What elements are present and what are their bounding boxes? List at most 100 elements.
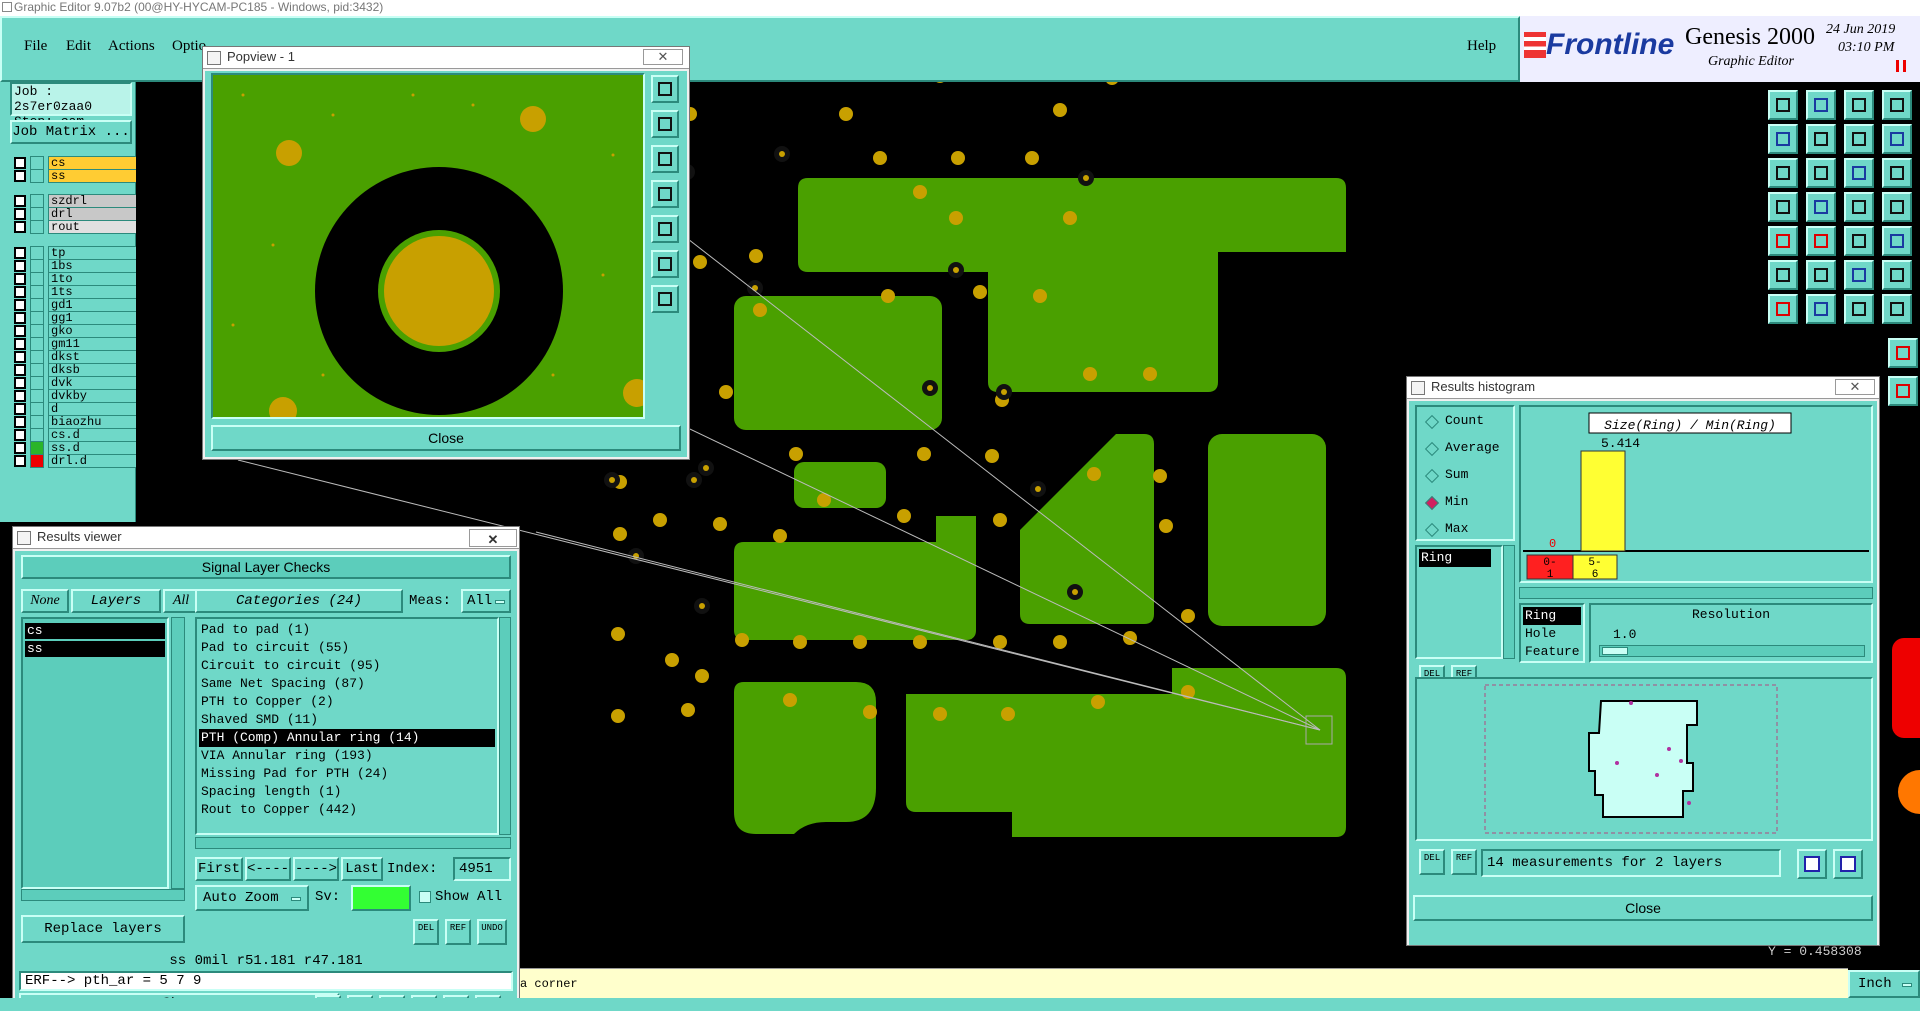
layer-name[interactable]: dvk xyxy=(48,376,144,390)
layer-checkbox[interactable] xyxy=(14,325,26,337)
radio-icon[interactable] xyxy=(1424,441,1440,457)
category-item[interactable]: PTH (Comp) Annular ring (14) xyxy=(199,729,495,747)
layer-checkbox[interactable] xyxy=(14,429,26,441)
layer-list-hscroll[interactable] xyxy=(21,889,185,901)
layer-name[interactable]: gm11 xyxy=(48,337,144,351)
category-item[interactable]: Rout to Copper (442) xyxy=(199,801,495,819)
category-item[interactable]: Missing Pad for PTH (24) xyxy=(199,765,495,783)
command-line[interactable]: ERF--> pth_ar = 5 7 9 xyxy=(19,971,513,991)
category-item[interactable]: Pad to pad (1) xyxy=(199,621,495,639)
ref-button[interactable]: REF xyxy=(445,919,471,945)
zoom-in-button[interactable] xyxy=(651,75,679,103)
radio-icon[interactable] xyxy=(1424,468,1440,484)
layer-results-list[interactable]: cs ss xyxy=(21,617,169,889)
dot-tool-button[interactable] xyxy=(1882,226,1912,256)
node-tool-button[interactable] xyxy=(1768,260,1798,290)
center-button[interactable] xyxy=(651,285,679,313)
layer-color-swatch[interactable] xyxy=(30,389,44,403)
layer-name[interactable]: gko xyxy=(48,324,144,338)
measure-tool-button[interactable] xyxy=(1768,192,1798,222)
layer-checkbox[interactable] xyxy=(14,260,26,272)
hist-ref2-button[interactable]: REF xyxy=(1451,849,1477,875)
stat-option-count[interactable]: Count xyxy=(1424,413,1515,433)
zoom-tool-button[interactable] xyxy=(1844,124,1874,154)
layer-color-swatch[interactable] xyxy=(30,285,44,299)
menu-actions[interactable]: Actions xyxy=(108,38,155,55)
pause-icon[interactable] xyxy=(1896,60,1906,72)
pan-left-button[interactable] xyxy=(651,180,679,208)
layer-color-swatch[interactable] xyxy=(30,169,44,183)
pan-down-button[interactable] xyxy=(651,145,679,173)
fan-tool-button[interactable] xyxy=(1882,294,1912,324)
ring-list[interactable]: Ring xyxy=(1415,545,1503,659)
job-matrix-button[interactable]: Job Matrix ... xyxy=(10,120,132,144)
category-item[interactable]: Pad to circuit (55) xyxy=(199,639,495,657)
category-item[interactable]: VIA Annular ring (193) xyxy=(199,747,495,765)
frame-tool-button[interactable] xyxy=(1882,90,1912,120)
layer-color-swatch[interactable] xyxy=(30,454,44,468)
layer-name[interactable]: d xyxy=(48,402,144,416)
export-button[interactable] xyxy=(1797,849,1827,879)
layer-checkbox[interactable] xyxy=(14,170,26,182)
category-item[interactable]: Spacing length (1) xyxy=(199,783,495,801)
layer-name[interactable]: drl.d xyxy=(48,454,144,468)
layer-checkbox[interactable] xyxy=(14,208,26,220)
layer-name[interactable]: rout xyxy=(48,220,144,234)
category-item[interactable]: Shaved SMD (11) xyxy=(199,711,495,729)
show-all-checkbox[interactable] xyxy=(419,891,431,903)
resolution-slider-thumb[interactable] xyxy=(1602,647,1628,655)
sv-color-select[interactable] xyxy=(351,885,411,911)
layer-checkbox[interactable] xyxy=(14,416,26,428)
cross-tool-button[interactable] xyxy=(1806,260,1836,290)
layer-checkbox[interactable] xyxy=(14,312,26,324)
category-item[interactable]: Circuit to circuit (95) xyxy=(199,657,495,675)
layer-name[interactable]: biaozhu xyxy=(48,415,144,429)
layer-color-swatch[interactable] xyxy=(30,156,44,170)
layer-checkbox[interactable] xyxy=(14,442,26,454)
layer-name[interactable]: cs.d xyxy=(48,428,144,442)
slash-tool-button[interactable] xyxy=(1806,294,1836,324)
layer-result-item[interactable]: cs xyxy=(25,623,165,639)
layer-checkbox[interactable] xyxy=(14,195,26,207)
grid-tool-button[interactable] xyxy=(1806,192,1836,222)
layer-color-swatch[interactable] xyxy=(30,298,44,312)
category-item[interactable]: Same Net Spacing (87) xyxy=(199,675,495,693)
copy-tool-button[interactable] xyxy=(1806,90,1836,120)
board-preview[interactable] xyxy=(1415,677,1873,841)
radio-icon[interactable] xyxy=(1424,522,1440,538)
layer-color-swatch[interactable] xyxy=(30,415,44,429)
popview-canvas[interactable] xyxy=(211,73,645,419)
layer-result-item[interactable]: ss xyxy=(25,641,165,657)
layer-name[interactable]: 1to xyxy=(48,272,144,286)
layer-color-swatch[interactable] xyxy=(30,350,44,364)
categories-list[interactable]: Pad to pad (1) Pad to circuit (55) Circuit… xyxy=(195,617,499,835)
layer-name[interactable]: dvkby xyxy=(48,389,144,403)
layer-checkbox[interactable] xyxy=(14,390,26,402)
layer-color-swatch[interactable] xyxy=(30,428,44,442)
layer-checkbox[interactable] xyxy=(14,299,26,311)
radio-icon[interactable] xyxy=(1424,495,1440,511)
layer-checkbox[interactable] xyxy=(14,273,26,285)
auto-zoom-select[interactable]: Auto Zoom xyxy=(195,885,309,911)
hist-del2-button[interactable]: DEL xyxy=(1419,849,1445,875)
print-button[interactable] xyxy=(1833,849,1863,879)
layer-name[interactable]: gg1 xyxy=(48,311,144,325)
arc-tool-button[interactable] xyxy=(1844,294,1874,324)
layer-color-swatch[interactable] xyxy=(30,337,44,351)
attribute-item[interactable]: Feature xyxy=(1523,643,1581,661)
results-viewer-close-icon[interactable]: ✕ xyxy=(469,529,517,547)
ring-list-item[interactable]: Ring xyxy=(1419,549,1491,567)
select-tool-button[interactable] xyxy=(1768,226,1798,256)
histogram-close-button[interactable]: Close xyxy=(1413,895,1873,921)
fit-button[interactable] xyxy=(651,250,679,278)
left-tool-button[interactable] xyxy=(1768,124,1798,154)
layer-checkbox[interactable] xyxy=(14,403,26,415)
layer-checkbox[interactable] xyxy=(14,351,26,363)
ratio-tool-button[interactable] xyxy=(1882,124,1912,154)
layer-color-swatch[interactable] xyxy=(30,376,44,390)
menu-help[interactable]: Help xyxy=(1467,38,1496,55)
layer-color-swatch[interactable] xyxy=(30,324,44,338)
ruler-tool-button[interactable] xyxy=(1844,226,1874,256)
next-button[interactable]: ----> xyxy=(293,857,339,881)
layer-checkbox[interactable] xyxy=(14,338,26,350)
